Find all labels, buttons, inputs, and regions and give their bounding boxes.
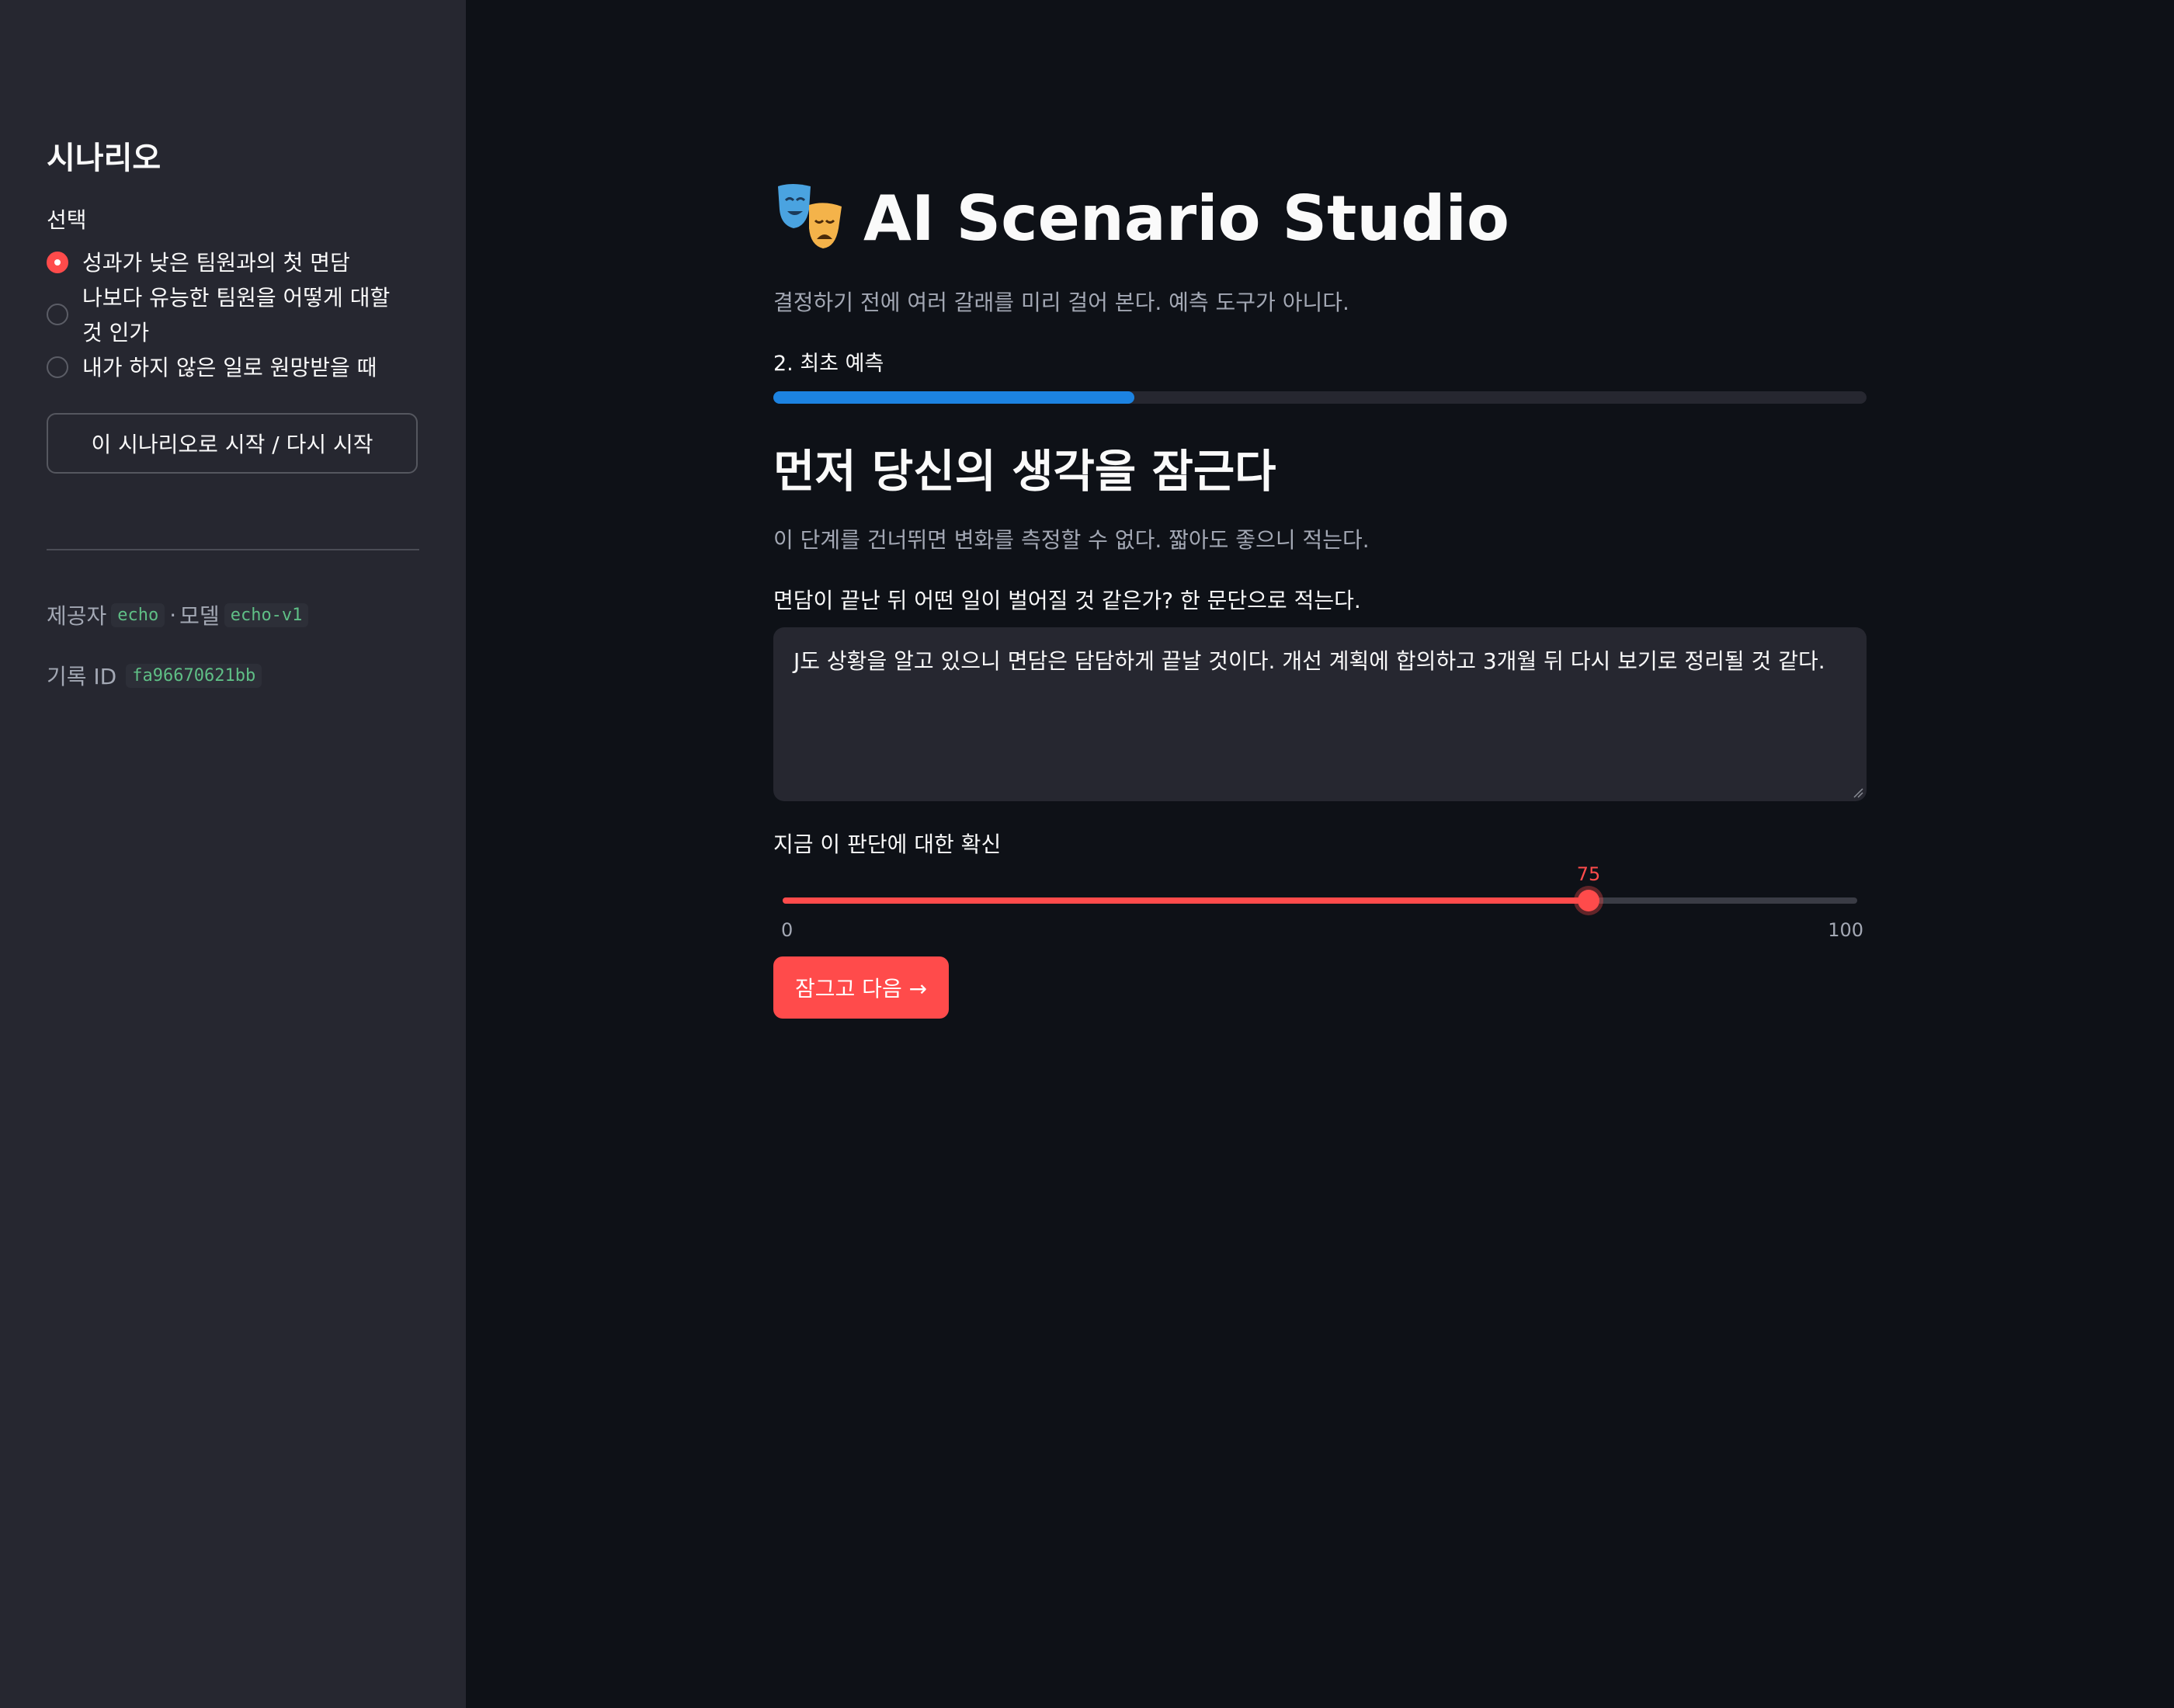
section-hint: 이 단계를 건너뛰면 변화를 측정할 수 없다. 짧아도 좋으니 적는다.: [773, 527, 1370, 553]
confidence-label: 지금 이 판단에 대한 확신: [773, 831, 1002, 857]
page-subtitle: 결정하기 전에 여러 갈래를 미리 걸어 본다. 예측 도구가 아니다.: [773, 290, 1349, 315]
page-header: AI Scenario Studio: [773, 180, 1509, 258]
slider-min-label: 0: [781, 919, 794, 941]
record-label: 기록 ID: [47, 664, 117, 689]
section-heading: 먼저 당신의 생각을 잠근다: [773, 445, 1276, 498]
model-value: echo-v1: [224, 602, 309, 627]
lock-and-next-button[interactable]: 잠그고 다음 →: [773, 956, 950, 1019]
slider-thumb[interactable]: [1578, 890, 1599, 911]
radio-option-label: 성과가 낮은 팀원과의 첫 면담: [82, 250, 350, 276]
sidebar-title: 시나리오: [47, 141, 161, 176]
prediction-textarea[interactable]: J도 상황을 알고 있으니 면담은 담담하게 끝날 것이다. 개선 계획에 합의…: [773, 627, 1867, 801]
radio-option-label: 나보다 유능한 팀원을 어떻게 대할 것 인가: [82, 285, 391, 345]
radio-option-1[interactable]: 성과가 낮은 팀원과의 첫 면담: [47, 245, 419, 280]
provider-value: echo: [111, 602, 165, 627]
slider-value: 75: [1576, 863, 1601, 885]
start-scenario-button[interactable]: 이 시나리오로 시작 / 다시 시작: [47, 413, 418, 474]
resize-handle-icon[interactable]: [1851, 786, 1863, 798]
slider-fill: [783, 897, 1589, 904]
page-title: AI Scenario Studio: [863, 182, 1509, 255]
slider-max-label: 100: [1828, 919, 1863, 941]
record-value: fa96670621bb: [126, 663, 262, 688]
progress-fill: [773, 391, 1134, 404]
provider-label: 제공자: [47, 603, 107, 629]
step-label: 2. 최초 예측: [773, 352, 884, 376]
prediction-question-label: 면담이 끝난 뒤 어떤 일이 벌어질 것 같은가? 한 문단으로 적는다.: [773, 588, 1361, 613]
theater-masks-icon: [773, 180, 848, 258]
confidence-slider[interactable]: 75 0 100: [781, 860, 1863, 941]
provider-info: 제공자 echo · 모델 echo-v1: [47, 599, 313, 630]
prediction-text: J도 상황을 알고 있으니 면담은 담담하게 끝날 것이다. 개선 계획에 합의…: [794, 648, 1825, 674]
model-label: 모델: [179, 603, 220, 629]
separator: ·: [169, 602, 177, 628]
radio-checked-icon[interactable]: [47, 252, 68, 273]
progress-bar: [773, 391, 1867, 404]
sidebar: 시나리오 선택 성과가 낮은 팀원과의 첫 면담 나보다 유능한 팀원을 어떻게…: [0, 0, 466, 1708]
radio-unchecked-icon[interactable]: [47, 356, 68, 378]
radio-option-label: 내가 하지 않은 일로 원망받을 때: [82, 355, 377, 380]
record-info: 기록 ID fa96670621bb: [47, 660, 266, 691]
scenario-select-label: 선택: [47, 207, 87, 233]
radio-option-3[interactable]: 내가 하지 않은 일로 원망받을 때: [47, 350, 419, 385]
sidebar-divider: [47, 549, 419, 550]
radio-option-2[interactable]: 나보다 유능한 팀원을 어떻게 대할 것 인가: [47, 280, 419, 350]
radio-unchecked-icon[interactable]: [47, 304, 68, 325]
